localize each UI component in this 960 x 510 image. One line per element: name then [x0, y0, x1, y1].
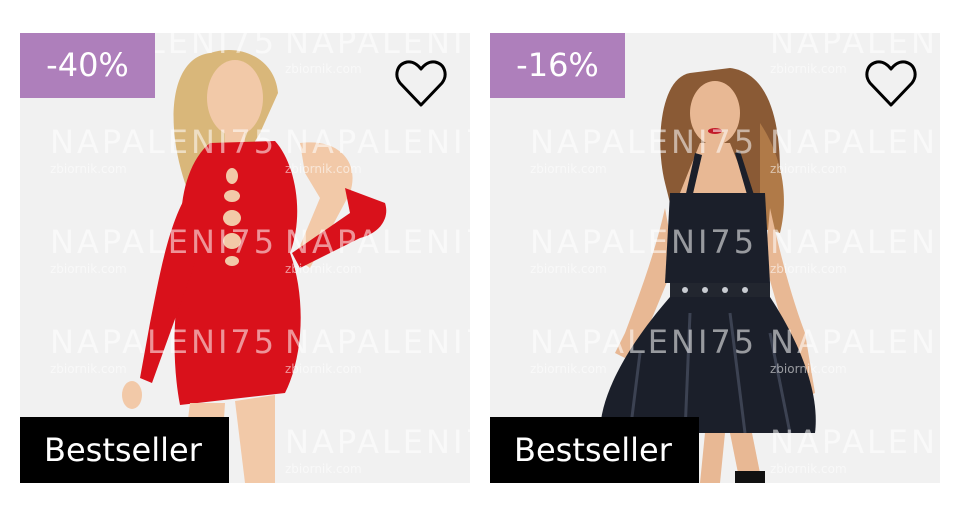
- bestseller-label: Bestseller: [490, 417, 699, 483]
- heart-icon[interactable]: [864, 59, 918, 109]
- product-card[interactable]: NAPALENI75 NAPALENI75 zbiornik.com NAPAL…: [20, 33, 470, 483]
- discount-badge: -16%: [490, 33, 625, 98]
- heart-icon[interactable]: [394, 59, 448, 109]
- bestseller-label: Bestseller: [20, 417, 229, 483]
- product-card[interactable]: NAPALENI75 zbiornik.com NAPALENI75 zbior…: [490, 33, 940, 483]
- discount-badge: -40%: [20, 33, 155, 98]
